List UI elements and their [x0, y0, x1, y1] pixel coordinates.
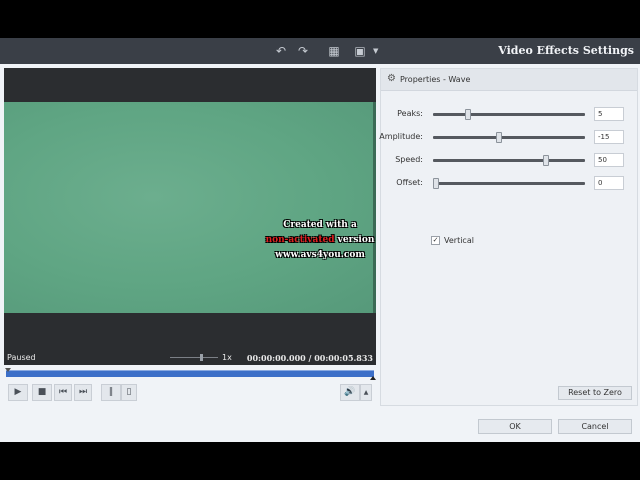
- chevron-up-icon: ▲: [363, 389, 369, 396]
- vertical-label: Vertical: [444, 236, 474, 245]
- speaker-icon: 🔊: [344, 387, 356, 397]
- watermark-red-text: non-activated: [265, 235, 335, 245]
- frame-view-icon: ▯: [126, 387, 132, 397]
- gear-icon: ⚙: [387, 73, 396, 84]
- watermark-line-3: www.avs4you.com: [275, 250, 365, 260]
- skip-back-icon: ⏮: [58, 387, 68, 397]
- split-view-button[interactable]: ‖: [101, 384, 121, 401]
- speed-property-slider[interactable]: [433, 155, 585, 166]
- watermark-line-1: Created with a: [283, 220, 357, 230]
- properties-panel: ⚙ Properties - Wave Peaks: 5 Amplitude: …: [379, 68, 638, 406]
- volume-dropdown[interactable]: ▲: [360, 384, 372, 401]
- playback-status-bar: Paused 1x 00:00:00.000 / 00:00:05.833: [4, 351, 376, 365]
- frame-view-button[interactable]: ▯: [121, 384, 137, 401]
- properties-header: ⚙ Properties - Wave: [381, 69, 637, 91]
- watermark-line-2-rest: version: [334, 235, 375, 245]
- seek-bar[interactable]: [5, 368, 376, 380]
- ok-button[interactable]: OK: [478, 419, 552, 434]
- time-display: 00:00:00.000 / 00:00:05.833: [246, 353, 373, 363]
- seek-end-marker[interactable]: [370, 376, 376, 380]
- vertical-checkbox[interactable]: ✓: [431, 236, 440, 245]
- reset-to-zero-button[interactable]: Reset to Zero: [558, 386, 632, 400]
- watermark-line-2: non-activated version: [262, 233, 378, 248]
- speed-property-slider-thumb[interactable]: [543, 155, 549, 166]
- video-preview: [4, 68, 376, 351]
- previous-frame-button[interactable]: ⏮: [54, 384, 72, 401]
- peaks-slider-thumb[interactable]: [465, 109, 471, 120]
- property-row-amplitude: Amplitude: -15: [379, 130, 637, 144]
- grid-icon[interactable]: ▦: [326, 43, 342, 59]
- speed-slider-thumb[interactable]: [200, 354, 203, 361]
- play-icon: ▶: [14, 387, 22, 397]
- title-bar: ↶ ↷ ▦ ▣ ▼ Video Effects Settings: [0, 38, 640, 64]
- split-view-icon: ‖: [108, 387, 114, 397]
- property-row-peaks: Peaks: 5: [381, 107, 637, 121]
- property-row-speed: Speed: 50: [381, 153, 637, 167]
- window-title: Video Effects Settings: [498, 44, 634, 57]
- volume-button[interactable]: 🔊: [340, 384, 360, 401]
- monitor-icon[interactable]: ▣: [352, 43, 368, 59]
- redo-icon[interactable]: ↷: [295, 43, 311, 59]
- video-frame: [4, 102, 376, 313]
- amplitude-slider[interactable]: [433, 132, 585, 143]
- chevron-down-icon[interactable]: ▼: [373, 43, 378, 59]
- amplitude-value-field[interactable]: -15: [594, 130, 624, 144]
- property-row-offset: Offset: 0: [381, 176, 637, 190]
- video-effects-window: ↶ ↷ ▦ ▣ ▼ Video Effects Settings Created…: [0, 38, 640, 442]
- play-button[interactable]: ▶: [8, 384, 28, 401]
- stop-icon: ■: [37, 387, 47, 397]
- offset-slider[interactable]: [433, 178, 585, 189]
- speed-label: 1x: [222, 353, 232, 362]
- next-frame-button[interactable]: ⏭: [74, 384, 92, 401]
- watermark: Created with a non-activated version www…: [262, 218, 378, 263]
- offset-slider-thumb[interactable]: [433, 178, 439, 189]
- properties-title: Properties - Wave: [400, 75, 471, 84]
- offset-value-field[interactable]: 0: [594, 176, 624, 190]
- peaks-slider[interactable]: [433, 109, 585, 120]
- property-label: Offset:: [396, 178, 423, 187]
- property-label: Amplitude:: [379, 132, 423, 141]
- skip-forward-icon: ⏭: [78, 387, 88, 397]
- speed-slider[interactable]: [170, 354, 218, 361]
- amplitude-slider-thumb[interactable]: [496, 132, 502, 143]
- peaks-value-field[interactable]: 5: [594, 107, 624, 121]
- undo-icon[interactable]: ↶: [273, 43, 289, 59]
- property-label: Speed:: [395, 155, 423, 164]
- cancel-button[interactable]: Cancel: [558, 419, 632, 434]
- seek-start-marker[interactable]: [5, 368, 11, 372]
- stop-button[interactable]: ■: [32, 384, 52, 401]
- speed-value-field[interactable]: 50: [594, 153, 624, 167]
- property-label: Peaks:: [397, 109, 423, 118]
- playback-status: Paused: [7, 353, 36, 362]
